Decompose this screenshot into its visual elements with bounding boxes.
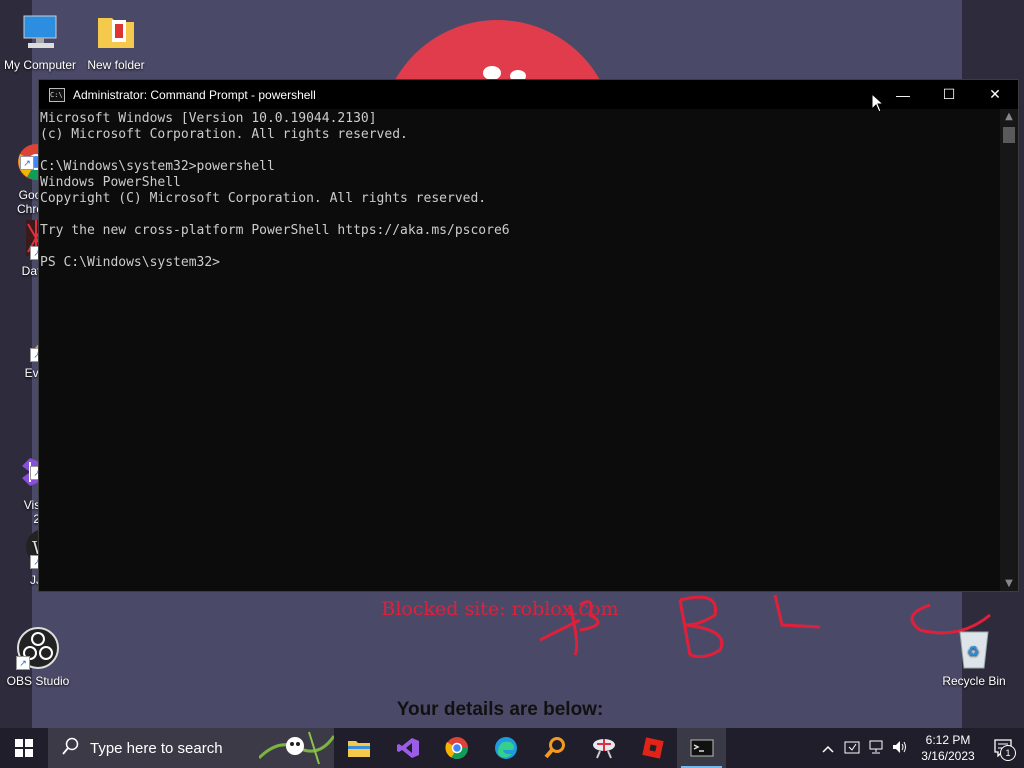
console-line: C:\Windows\system32>powershell — [40, 159, 275, 174]
chrome-icon — [444, 737, 468, 759]
taskbar-edge[interactable] — [481, 728, 530, 768]
console-line: Windows PowerShell — [40, 175, 181, 190]
console-line: (c) Microsoft Corporation. All rights re… — [40, 127, 408, 142]
taskbar-everything[interactable] — [530, 728, 579, 768]
roblox-icon — [641, 737, 664, 759]
desktop-icon-new-folder[interactable]: New folder — [76, 10, 156, 72]
magnifier-icon — [543, 737, 565, 759]
taskbar-visual-studio[interactable] — [383, 728, 432, 768]
desktop-icon-label: New folder — [87, 58, 145, 72]
desktop-icon-recycle-bin[interactable]: ♻ Recycle Bin — [934, 626, 1014, 688]
desktop-icon-my-computer[interactable]: My Computer — [0, 10, 80, 72]
minimize-button[interactable]: — — [880, 80, 926, 109]
taskbar: Type here to search 6:12 PM 3/16/2023 1 — [0, 728, 1024, 768]
taskbar-chrome[interactable] — [432, 728, 481, 768]
start-button[interactable] — [0, 728, 48, 768]
desktop-icon-label: Recycle Bin — [942, 674, 1006, 688]
desktop-icon-label: My Computer — [3, 58, 77, 72]
vertical-scrollbar[interactable]: ▲ ▼ — [1000, 109, 1018, 591]
folder-icon — [94, 10, 138, 54]
security-tray-icon[interactable] — [840, 740, 864, 757]
show-hidden-icons-chevron-icon[interactable] — [816, 741, 840, 756]
window-title: Administrator: Command Prompt - powershe… — [73, 87, 316, 102]
edge-icon — [494, 737, 517, 759]
console-line: Try the new cross-platform PowerShell ht… — [40, 223, 510, 238]
maximize-button[interactable]: ☐ — [926, 80, 972, 109]
folder-icon — [347, 741, 370, 757]
shortcut-arrow-icon: ↗ — [20, 156, 34, 170]
close-button[interactable]: ✕ — [972, 80, 1018, 109]
desktop-icon-label: OBS Studio — [6, 674, 70, 688]
windows-logo-icon — [15, 739, 33, 757]
desktop-icon-obs-studio[interactable]: ↗ OBS Studio — [0, 626, 78, 688]
search-highlight-art-icon — [259, 731, 334, 765]
taskbar-roblox[interactable] — [628, 728, 677, 768]
wallpaper-details-text: Your details are below: — [396, 699, 604, 720]
notification-count-badge: 1 — [1000, 745, 1016, 761]
cmd-app-icon: C:\ — [49, 87, 65, 102]
console-line: Copyright (C) Microsoft Corporation. All… — [40, 191, 487, 206]
taskbar-file-explorer[interactable] — [334, 728, 383, 768]
monitor-icon — [18, 10, 62, 54]
console-line: Microsoft Windows [Version 10.0.19044.21… — [40, 111, 377, 126]
obs-icon: ↗ — [16, 626, 60, 670]
command-prompt-icon — [690, 739, 713, 757]
taskbar-datawrangler[interactable] — [579, 728, 628, 768]
scroll-up-icon[interactable]: ▲ — [1000, 111, 1018, 122]
command-prompt-window[interactable]: C:\ Administrator: Command Prompt - powe… — [38, 79, 1019, 592]
scroll-down-icon[interactable]: ▼ — [1000, 578, 1018, 589]
shortcut-arrow-icon: ↗ — [16, 656, 30, 670]
search-icon — [62, 737, 80, 760]
svg-text:♻: ♻ — [967, 643, 980, 659]
system-tray: 6:12 PM 3/16/2023 1 — [816, 728, 1024, 768]
clock[interactable]: 6:12 PM 3/16/2023 — [912, 732, 984, 764]
console-output[interactable]: Microsoft Windows [Version 10.0.19044.21… — [39, 109, 999, 591]
taskbar-command-prompt[interactable] — [677, 728, 726, 768]
taskbar-search-box[interactable]: Type here to search — [48, 728, 334, 768]
datawrangler-icon — [592, 739, 615, 759]
action-center-button[interactable]: 1 — [984, 728, 1024, 768]
clock-date: 3/16/2023 — [921, 749, 975, 763]
search-placeholder: Type here to search — [90, 739, 223, 757]
recycle-bin-icon: ♻ — [952, 626, 996, 670]
wallpaper-eye-left — [483, 66, 501, 80]
console-prompt[interactable]: PS C:\Windows\system32> — [40, 255, 999, 271]
clock-time: 6:12 PM — [925, 733, 971, 747]
scrollbar-thumb[interactable] — [1003, 127, 1015, 143]
visual-studio-icon — [396, 738, 419, 758]
volume-icon[interactable] — [888, 740, 912, 757]
mouse-cursor-icon — [871, 93, 885, 113]
datawrangler-icon: ↗ — [0, 216, 46, 260]
network-icon[interactable] — [864, 740, 888, 757]
